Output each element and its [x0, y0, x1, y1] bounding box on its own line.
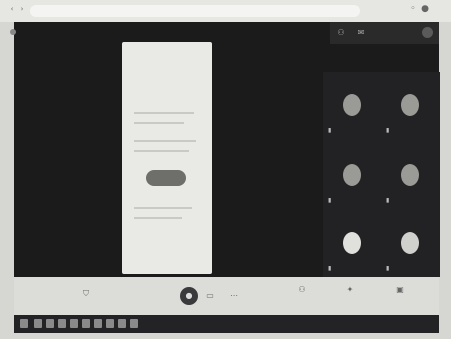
app-icon[interactable]	[70, 319, 78, 328]
avatar	[343, 232, 361, 254]
app-icon[interactable]	[130, 319, 138, 328]
microphone-button[interactable]: ●	[180, 287, 198, 305]
app-icon[interactable]	[118, 319, 126, 328]
chat-icon[interactable]: ✉	[356, 28, 366, 38]
presentation-line	[134, 122, 184, 124]
browser-toolbar: ‹ › ◦ ●	[0, 0, 451, 22]
start-icon[interactable]	[20, 319, 28, 328]
microphone-icon: ▮	[386, 197, 390, 204]
presentation-line	[134, 112, 194, 114]
top-right-controls: ⚇ ✉	[330, 22, 439, 44]
microphone-icon: ▮	[328, 127, 332, 134]
shared-screen	[122, 42, 212, 274]
microphone-icon: ▮	[386, 127, 390, 134]
avatar	[401, 232, 419, 254]
presentation-button	[146, 170, 186, 186]
microphone-icon: ▮	[386, 265, 390, 272]
participant-tile[interactable]: ▮	[323, 210, 380, 278]
avatar	[401, 164, 419, 186]
os-taskbar	[14, 315, 439, 333]
meeting-controls-bar: ⛉ ● ▭ ⋯ ⚇ ✦ ▣	[14, 277, 439, 315]
presentation-line	[134, 140, 196, 142]
avatar[interactable]	[422, 27, 433, 38]
participant-tile[interactable]: ▮	[323, 142, 380, 210]
profile-icon[interactable]: ●	[420, 4, 430, 16]
avatar	[343, 164, 361, 186]
people-icon[interactable]: ⚇	[336, 28, 346, 38]
presentation-line	[134, 207, 192, 209]
presentation-line	[134, 217, 182, 219]
avatar	[343, 94, 361, 116]
presentation-line	[134, 150, 189, 152]
camera-icon[interactable]: ▭	[204, 291, 216, 303]
meet-logo-icon	[10, 29, 16, 35]
app-icon[interactable]	[106, 319, 114, 328]
search-icon[interactable]	[34, 319, 42, 328]
activities-icon[interactable]: ✦	[344, 285, 356, 297]
app-icon[interactable]	[58, 319, 66, 328]
back-icon[interactable]: ‹	[8, 5, 16, 15]
app-icon[interactable]	[94, 319, 102, 328]
forward-icon[interactable]: ›	[18, 5, 26, 15]
microphone-icon: ▮	[328, 265, 332, 272]
more-icon[interactable]: ⋯	[228, 291, 240, 303]
participant-grid: ▮ ▮ ▮ ▮ ▮ ▮	[323, 72, 440, 277]
participant-tile[interactable]: ▮	[381, 210, 438, 278]
participant-tile[interactable]: ▮	[323, 72, 380, 140]
participant-tile[interactable]: ▮	[381, 142, 438, 210]
address-bar[interactable]	[30, 5, 360, 17]
app-icon[interactable]	[82, 319, 90, 328]
participant-tile[interactable]: ▮	[381, 72, 438, 140]
microphone-icon: ▮	[328, 197, 332, 204]
present-icon[interactable]: ▣	[394, 285, 406, 297]
extension-icon[interactable]: ◦	[408, 4, 418, 16]
avatar	[401, 94, 419, 116]
taskview-icon[interactable]	[46, 319, 54, 328]
people-icon[interactable]: ⚇	[296, 285, 308, 297]
shield-icon[interactable]: ⛉	[80, 289, 92, 301]
